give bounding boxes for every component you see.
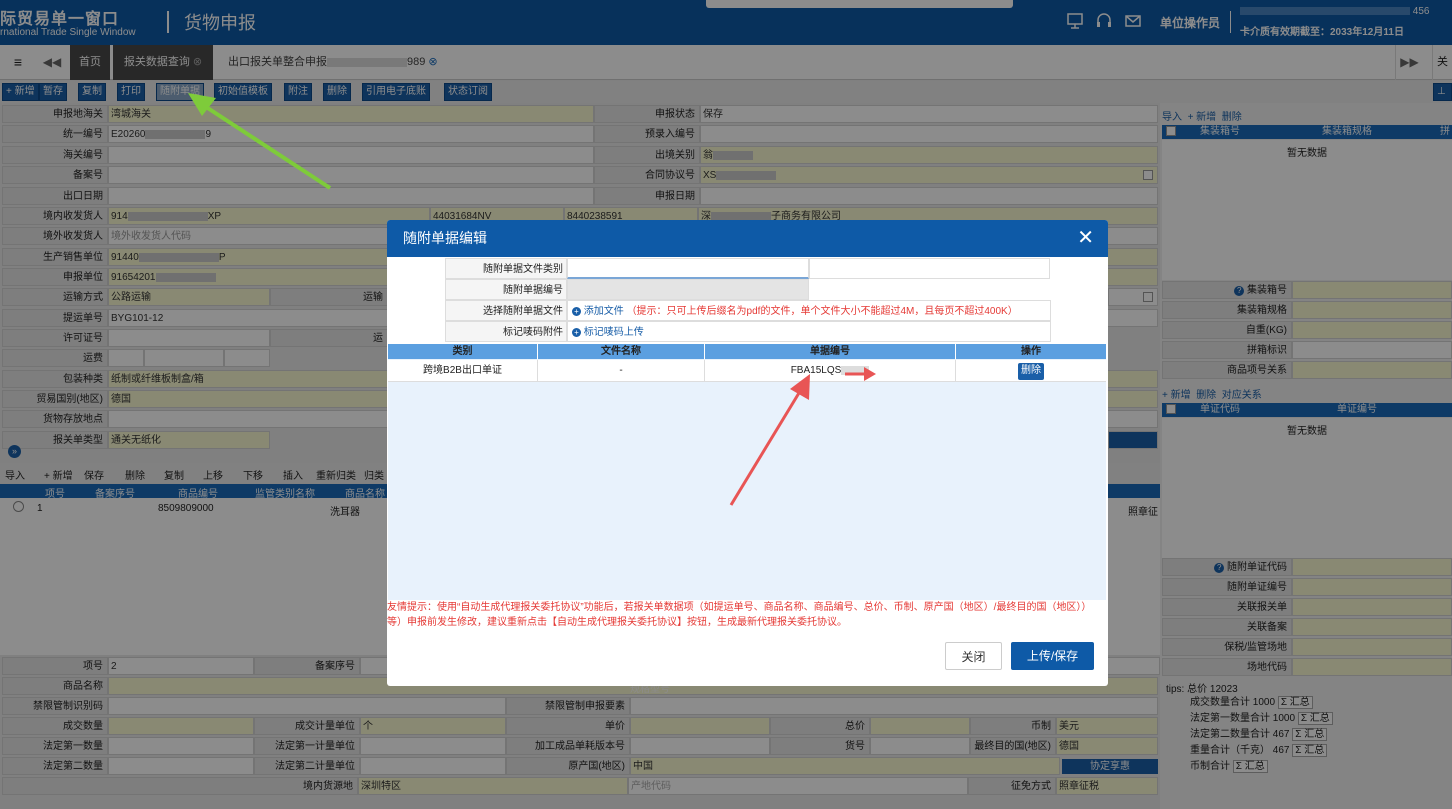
friendly-tip: 友情提示：使用“自动生成代理报关委托协议”功能后，若报关单数据项（如提运单号、商… (387, 602, 1092, 628)
label-doc-category: 随附单据文件类别 (445, 258, 567, 279)
col-operation: 操作 (956, 344, 1106, 359)
dialog-title: 随附单据编辑 (403, 230, 487, 246)
row-doc-number: FBA15LQS (705, 360, 956, 382)
doc-number-input[interactable] (567, 279, 809, 300)
attached-docs-table: 类别 文件名称 单据编号 操作 跨境B2B出口单证 - FBA15LQS 删除 (388, 344, 1106, 600)
col-category: 类别 (388, 344, 538, 359)
mark-upload-link[interactable]: + 标记唛码上传 (572, 327, 644, 338)
label-mark-attachment: 标记唛码附件 (445, 321, 567, 342)
doc-category-extra (809, 258, 1050, 279)
col-file-name: 文件名称 (538, 344, 705, 359)
close-icon[interactable]: ✕ (1077, 220, 1094, 257)
attached-docs-dialog: 随附单据编辑 ✕ 随附单据文件类别 随附单据编号 选择随附单据文件 + 添加文件… (387, 220, 1108, 686)
plus-circle-icon: + (572, 328, 581, 337)
plus-circle-icon: + (572, 307, 581, 316)
row-operation: 删除 (956, 360, 1106, 382)
row-file-name: - (538, 360, 705, 382)
doc-category-input[interactable] (567, 258, 809, 279)
select-file-row: + 添加文件 （提示：只可上传后缀名为pdf的文件，单个文件大小不能超过4M，且… (567, 300, 1051, 321)
row-delete-button[interactable]: 删除 (1018, 363, 1044, 380)
dialog-header: 随附单据编辑 ✕ (387, 220, 1108, 257)
file-hint: （提示：只可上传后缀名为pdf的文件，单个文件大小不能超过4M，且每页不超过40… (626, 306, 1018, 317)
row-category: 跨境B2B出口单证 (388, 360, 538, 382)
col-doc-number: 单据编号 (705, 344, 956, 359)
label-doc-number: 随附单据编号 (445, 279, 567, 300)
add-file-link[interactable]: + 添加文件 (572, 306, 624, 317)
upload-save-button[interactable]: 上传/保存 (1011, 642, 1094, 670)
close-button[interactable]: 关闭 (945, 642, 1002, 670)
mark-attachment-row: + 标记唛码上传 (567, 321, 1051, 342)
label-select-file: 选择随附单据文件 (445, 300, 567, 321)
